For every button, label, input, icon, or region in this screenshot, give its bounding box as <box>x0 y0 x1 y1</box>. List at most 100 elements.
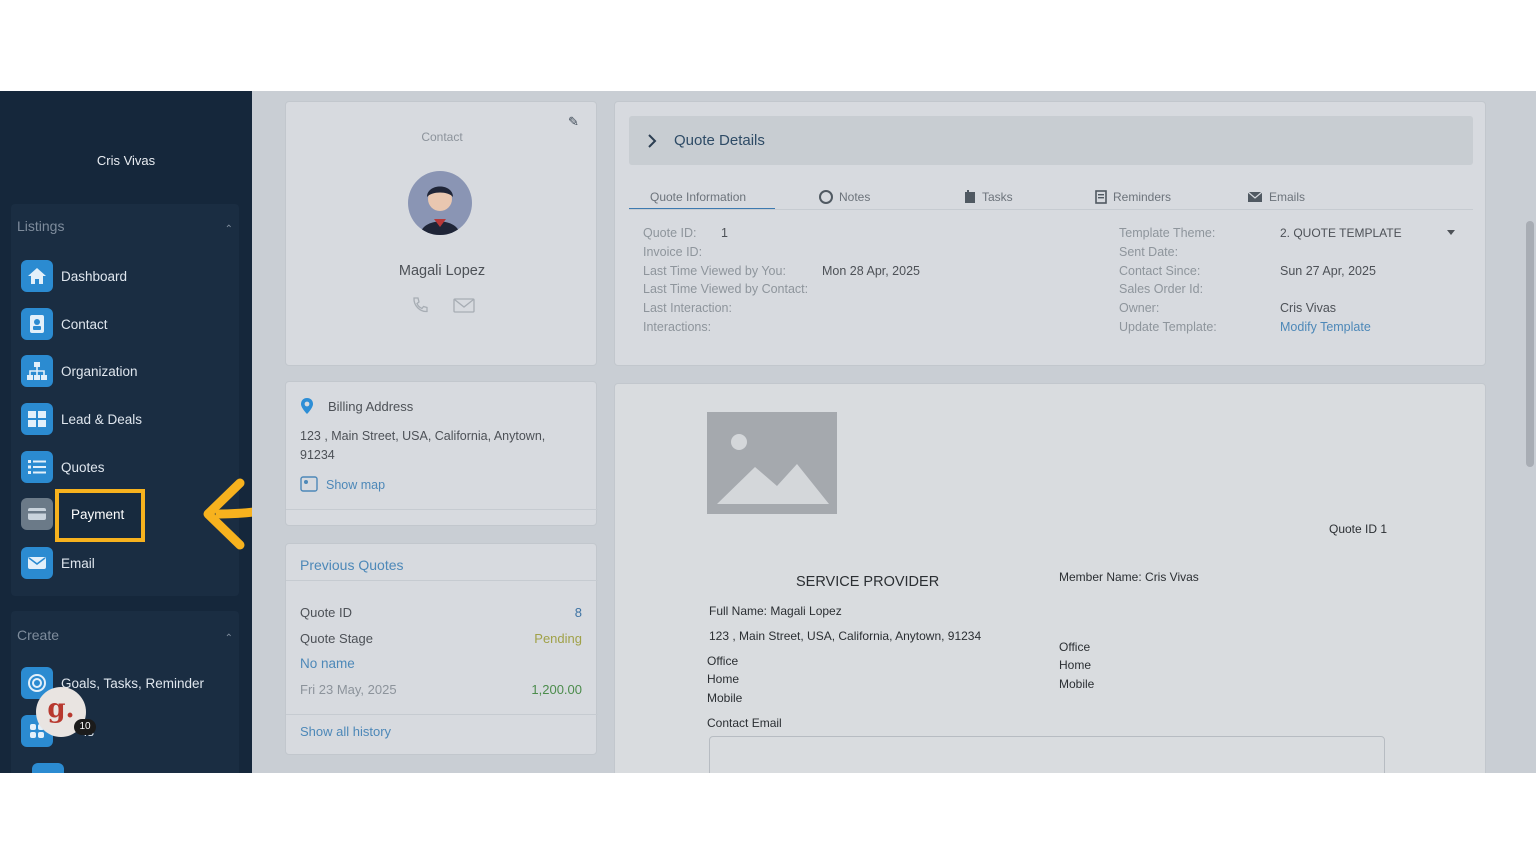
modify-template-link[interactable]: Modify Template <box>1280 320 1371 334</box>
chevron-right-icon <box>648 134 657 148</box>
pq-label-stage: Quote Stage <box>300 631 373 646</box>
grid-icon <box>21 403 53 435</box>
settings-icon[interactable] <box>32 763 64 773</box>
scrollbar[interactable] <box>1526 221 1534 467</box>
doc-member-name: Member Name: Cris Vivas <box>1059 570 1199 584</box>
tab-label: Emails <box>1269 190 1306 204</box>
qi-label-sent-date: Sent Date: <box>1119 245 1179 259</box>
doc-member-office: Office <box>1059 640 1091 654</box>
edit-pencil-icon[interactable]: ✎ <box>568 114 579 130</box>
sidebar-item-label: Organization <box>61 363 138 379</box>
listings-title: Listings <box>17 218 65 234</box>
contact-card-icon <box>21 308 53 340</box>
doc-contact-email: Contact Email <box>707 716 782 730</box>
quote-document-preview: Quote ID 1 SERVICE PROVIDER Member Name:… <box>614 383 1486 773</box>
quote-details-title: Quote Details <box>674 132 765 149</box>
map-icon[interactable] <box>300 476 318 497</box>
tab-label: Tasks <box>982 190 1013 204</box>
tab-quote-information[interactable]: Quote Information <box>650 190 746 204</box>
tab-label: Reminders <box>1113 190 1172 204</box>
doc-member-mobile: Mobile <box>1059 677 1095 691</box>
qi-label-interactions: Interactions: <box>643 320 712 334</box>
dropdown-caret-icon[interactable] <box>1447 230 1455 235</box>
qi-label-quote-id: Quote ID: <box>643 226 697 240</box>
qi-label-contact-since: Contact Since: <box>1119 264 1201 278</box>
contact-card: Contact ✎ Magali Lopez <box>285 101 597 366</box>
reminders-icon <box>1095 190 1107 204</box>
qi-value-quote-id: 1 <box>721 226 728 240</box>
contact-avatar <box>408 171 472 235</box>
tab-label: Notes <box>839 190 871 204</box>
sidebar-item-label: Goals, Tasks, Reminder <box>61 675 205 691</box>
qi-label-template-theme: Template Theme: <box>1119 226 1216 240</box>
tasks-icon <box>965 190 975 203</box>
sidebar-item-payment[interactable] <box>21 497 53 531</box>
doc-address: 123 , Main Street, USA, California, Anyt… <box>709 629 982 643</box>
sidebar-item-email[interactable]: Email <box>21 546 95 580</box>
collapse-caret-icon[interactable]: ⌃ <box>225 224 233 235</box>
tab-emails[interactable]: Emails <box>1247 190 1305 204</box>
tab-tasks[interactable]: Tasks <box>964 190 1013 204</box>
mail-icon[interactable] <box>453 298 475 318</box>
billing-card: Billing Address 123 , Main Street, USA, … <box>285 381 598 526</box>
phone-icon[interactable] <box>410 295 430 320</box>
quote-details-card: Quote Details Quote Information Notes Ta… <box>614 101 1486 366</box>
tab-notes[interactable]: Notes <box>819 190 870 204</box>
previous-quotes-card: Previous Quotes Quote ID 8 Quote Stage P… <box>285 543 598 755</box>
create-title: Create <box>17 627 60 643</box>
qi-label-invoice-id: Invoice ID: <box>643 245 703 259</box>
pq-amount: 1,200.00 <box>531 682 582 697</box>
notification-badge: 10 <box>74 719 96 735</box>
contact-card-title: Contact <box>421 130 463 144</box>
sidebar-item-quotes[interactable]: Quotes <box>21 450 105 484</box>
doc-full-name: Full Name: Magali Lopez <box>709 604 842 618</box>
envelope-icon <box>21 547 53 579</box>
sidebar-item-label: Quotes <box>61 459 105 475</box>
sidebar-item-label: Lead & Deals <box>61 411 143 427</box>
mail-icon <box>1247 191 1263 202</box>
previous-quotes-title: Previous Quotes <box>300 557 404 573</box>
tab-label: Quote Information <box>650 190 747 204</box>
qi-label-update-template: Update Template: <box>1119 320 1217 334</box>
qi-label-sales-order: Sales Order Id: <box>1119 282 1204 296</box>
collapse-caret-icon[interactable]: ⌃ <box>225 633 233 644</box>
image-placeholder-icon <box>707 412 837 514</box>
quote-details-header[interactable]: Quote Details <box>629 116 1473 165</box>
doc-home: Home <box>707 672 740 686</box>
pq-date: Fri 23 May, 2025 <box>300 682 397 697</box>
sidebar-item-payment-label[interactable]: Payment <box>71 507 124 522</box>
sidebar-item-organization[interactable]: Organization <box>21 354 138 388</box>
qi-label-owner: Owner: <box>1119 301 1160 315</box>
notes-icon <box>819 190 833 204</box>
tab-reminders[interactable]: Reminders <box>1095 190 1171 204</box>
list-icon <box>21 451 53 483</box>
divider <box>286 509 598 510</box>
show-all-history-link[interactable]: Show all history <box>300 724 391 739</box>
pq-label-quote-id: Quote ID <box>300 605 353 620</box>
sidebar-item-lead-deals[interactable]: Lead & Deals <box>21 402 142 436</box>
org-chart-icon <box>21 355 53 387</box>
doc-email-box <box>709 736 1385 773</box>
sidebar-item-label: Dashboard <box>61 268 128 284</box>
sidebar-item-label: Contact <box>61 316 108 332</box>
avatar-letter: g. <box>47 694 75 724</box>
qi-value-owner: Cris Vivas <box>1280 301 1337 315</box>
divider <box>629 209 1473 210</box>
pq-value-stage: Pending <box>534 631 582 646</box>
doc-mobile: Mobile <box>707 691 743 705</box>
app-frame: Cris Vivas Listings ⌃ Dashboard Contact … <box>0 91 1536 773</box>
qi-label-last-viewed-you: Last Time Viewed by You: <box>643 264 786 278</box>
qi-label-last-viewed-contact: Last Time Viewed by Contact: <box>643 282 809 296</box>
template-theme-select[interactable]: 2. QUOTE TEMPLATE <box>1280 226 1402 240</box>
divider <box>286 714 598 715</box>
billing-address-line2: 91234 <box>300 448 335 462</box>
qi-value-last-viewed-you: Mon 28 Apr, 2025 <box>822 264 920 278</box>
pq-name-link[interactable]: No name <box>300 656 355 671</box>
sidebar-item-contact[interactable]: Contact <box>21 307 108 341</box>
credit-card-icon <box>21 498 53 530</box>
contact-name: Magali Lopez <box>398 263 486 279</box>
billing-title: Billing Address <box>328 399 414 414</box>
show-map-link[interactable]: Show map <box>326 478 385 492</box>
location-pin-icon <box>300 397 314 420</box>
sidebar-item-dashboard[interactable]: Dashboard <box>21 259 127 293</box>
